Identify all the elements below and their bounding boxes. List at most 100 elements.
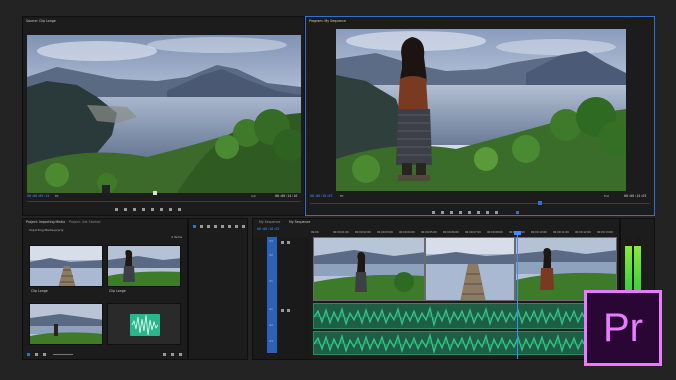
ruler-tick: 00:00:11:00 xyxy=(553,231,569,234)
project-tab[interactable]: Project: Importing Media xyxy=(26,220,65,224)
audio-waveform-a1 xyxy=(314,305,616,328)
premiere-pro-logo-text: Pr xyxy=(603,306,643,350)
program-extract-icon[interactable] xyxy=(486,211,489,214)
source-scrubber[interactable] xyxy=(27,201,301,202)
project-tab-2[interactable]: Project: Get Started xyxy=(69,220,100,224)
woman-thumbnail xyxy=(108,246,180,286)
lake-thumbnail xyxy=(30,304,102,344)
ruler-tick: 00:00:07:00 xyxy=(465,231,481,234)
track-header-column xyxy=(253,237,311,359)
audio-waveform-icon xyxy=(130,314,160,336)
source-timecode[interactable]: 00:00:09:15 xyxy=(27,194,49,198)
video-clip-2[interactable] xyxy=(425,237,515,301)
project-item-clip-2[interactable] xyxy=(107,245,181,287)
source-mark-out-icon[interactable] xyxy=(124,208,127,211)
timeline-tab-2[interactable]: My Sequence xyxy=(289,220,310,224)
hand-tool-icon[interactable] xyxy=(235,225,238,228)
toggle-track-output-icon[interactable] xyxy=(281,241,284,244)
ruler-tick: 00:00:02:00 xyxy=(355,231,371,234)
ruler-tick: 00:00:05:00 xyxy=(421,231,437,234)
project-item-audio[interactable] xyxy=(107,303,181,345)
program-timecode[interactable]: 00:00:10:03 xyxy=(310,194,332,198)
new-bin-icon[interactable] xyxy=(163,353,166,356)
source-overwrite-icon[interactable] xyxy=(169,208,172,211)
program-monitor-tab[interactable]: Program: My Sequence xyxy=(309,19,346,23)
source-play-icon[interactable] xyxy=(142,208,145,211)
selection-tool-icon[interactable] xyxy=(193,225,196,228)
track-label-v2[interactable]: V2 xyxy=(269,253,273,257)
solo-track-icon[interactable] xyxy=(287,309,290,312)
source-monitor-tab[interactable]: Source: Clip Longe xyxy=(26,19,56,23)
program-export-frame-icon[interactable] xyxy=(495,211,498,214)
type-tool-icon[interactable] xyxy=(242,225,245,228)
program-monitor-panel: Program: My Sequence 00:00:10:03 Fit Ful… xyxy=(305,16,655,216)
track-label-v1[interactable]: V1 xyxy=(269,279,273,283)
track-label-a3[interactable]: A3 xyxy=(269,339,273,343)
source-monitor-image xyxy=(27,35,301,193)
program-mark-in-icon[interactable] xyxy=(432,211,435,214)
icon-view-icon[interactable] xyxy=(35,353,38,356)
clip-2-thumbnail xyxy=(426,238,514,300)
program-lift-icon[interactable] xyxy=(477,211,480,214)
ruler-tick: 00:00:10:00 xyxy=(531,231,547,234)
meter-right xyxy=(634,237,641,297)
toggle-track-lock-icon[interactable] xyxy=(287,241,290,244)
timeline-playhead-handle-icon[interactable] xyxy=(514,231,521,235)
program-step-forward-icon[interactable] xyxy=(468,211,471,214)
track-label-v3[interactable]: V3 xyxy=(269,239,273,243)
ruler-tick: 00:00:03:00 xyxy=(377,231,393,234)
program-compare-icon[interactable] xyxy=(516,211,519,214)
source-step-forward-icon[interactable] xyxy=(151,208,154,211)
ruler-tick: 00:00:06:00 xyxy=(443,231,459,234)
trash-icon[interactable] xyxy=(179,353,182,356)
source-resolution-select[interactable]: 1/2 xyxy=(251,194,256,198)
project-item-clip-3[interactable] xyxy=(29,303,103,345)
program-scrubber[interactable] xyxy=(310,203,650,204)
track-label-a2[interactable]: A2 xyxy=(269,323,273,327)
program-resolution-select[interactable]: Full xyxy=(604,194,609,198)
source-duration: 00:00:14:16 xyxy=(275,194,298,198)
list-view-icon[interactable] xyxy=(27,353,30,356)
razor-tool-icon[interactable] xyxy=(214,225,217,228)
pen-tool-icon[interactable] xyxy=(228,225,231,228)
program-duration: 00:00:14:03 xyxy=(624,194,647,198)
source-step-back-icon[interactable] xyxy=(133,208,136,211)
program-play-icon[interactable] xyxy=(459,211,462,214)
new-item-icon[interactable] xyxy=(171,353,174,356)
slip-tool-icon[interactable] xyxy=(221,225,224,228)
project-item-count: 4 items xyxy=(171,235,183,239)
track-label-a1[interactable]: A1 xyxy=(269,307,273,311)
program-mark-out-icon[interactable] xyxy=(441,211,444,214)
source-fit-select[interactable]: Fit xyxy=(55,194,59,198)
dock-thumbnail xyxy=(30,246,102,286)
track-select-tool-icon[interactable] xyxy=(200,225,203,228)
source-mark-in-icon[interactable] xyxy=(115,208,118,211)
zoom-slider[interactable] xyxy=(53,354,73,355)
ruler-tick: 00:00:12:00 xyxy=(575,231,591,234)
audio-track-a2[interactable] xyxy=(313,331,617,355)
source-playhead-icon[interactable] xyxy=(153,191,157,195)
ripple-edit-tool-icon[interactable] xyxy=(207,225,210,228)
timeline-timecode[interactable]: 00:00:10:03 xyxy=(257,227,279,231)
audio-waveform-a2 xyxy=(314,332,616,354)
program-step-back-icon[interactable] xyxy=(450,211,453,214)
audio-track-a1[interactable] xyxy=(313,303,617,329)
project-item-label-2: Clip Longe xyxy=(109,289,126,293)
ruler-tick: 00:00:13:00 xyxy=(597,231,613,234)
program-fit-select[interactable]: Fit xyxy=(340,194,344,198)
premiere-window: Source: Clip Longe 00:00:09:15 Fit 1/2 0… xyxy=(0,0,676,380)
source-export-frame-icon[interactable] xyxy=(178,208,181,211)
project-item-label-1: Clip Longe xyxy=(31,289,48,293)
mute-track-icon[interactable] xyxy=(281,309,284,312)
freeform-view-icon[interactable] xyxy=(43,353,46,356)
timeline-tab-1[interactable]: My Sequence xyxy=(259,220,280,224)
ruler-tick: 00:00:04:00 xyxy=(399,231,415,234)
woman-overlooking-lake-image xyxy=(336,29,626,191)
video-clip-1[interactable] xyxy=(313,237,425,301)
meter-left xyxy=(625,237,632,297)
project-item-clip-1[interactable] xyxy=(29,245,103,287)
program-playhead-icon[interactable] xyxy=(538,201,542,205)
source-insert-icon[interactable] xyxy=(160,208,163,211)
project-panel: Project: Importing Media Project: Get St… xyxy=(22,218,188,360)
timeline-playhead[interactable] xyxy=(517,231,518,359)
